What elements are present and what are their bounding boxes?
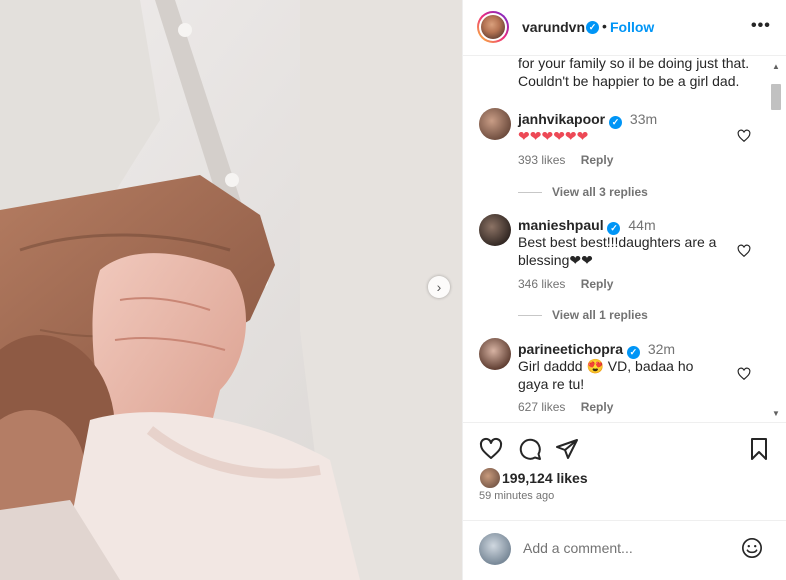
follow-button[interactable]: Follow [610,19,654,35]
photo-image [0,0,462,580]
more-options-icon[interactable]: ••• [751,17,771,35]
bookmark-icon[interactable] [747,437,771,461]
comment-icon[interactable] [518,437,542,461]
comment-time[interactable]: 32m [648,341,675,357]
commenter-avatar[interactable] [479,214,511,246]
carousel-next-button[interactable]: › [428,276,450,298]
scroll-down-arrow-icon[interactable]: ▼ [772,409,780,418]
comments-scrollbar[interactable]: ▲ ▼ [769,62,782,418]
add-comment-bar [463,520,786,580]
caption-text: for your family so il be doing just that… [518,56,750,89]
scroll-up-arrow-icon[interactable]: ▲ [772,62,780,71]
reply-button[interactable]: Reply [581,153,614,167]
comment-likes[interactable]: 627 likes [518,400,565,414]
commenter-avatar[interactable] [479,108,511,140]
liker-avatar[interactable] [479,467,501,489]
post-header: varundvn ✓ • Follow ••• [463,0,786,56]
post-side-panel: varundvn ✓ • Follow ••• for your family … [462,0,786,580]
commenter-username[interactable]: janhvikapoor [518,111,605,127]
separator-dot: • [602,18,607,34]
like-comment-heart-icon[interactable] [737,129,751,143]
likes-row: 199,124 likes [463,466,786,490]
share-icon[interactable] [555,437,579,461]
replies-divider [518,192,542,194]
reply-button[interactable]: Reply [581,277,614,291]
comment-text: ❤❤❤❤❤❤ [518,128,589,144]
author-avatar[interactable] [477,11,509,43]
likes-count[interactable]: 199,124 likes [502,470,588,486]
post-photo[interactable]: › [0,0,462,580]
emoji-icon[interactable] [741,537,763,559]
comment-text: Best best best!!!daughters are a blessin… [518,234,717,268]
like-heart-icon[interactable] [479,437,503,461]
replies-divider [518,315,542,317]
author-username[interactable]: varundvn [522,19,585,35]
comment-likes[interactable]: 393 likes [518,153,565,167]
comment-likes[interactable]: 346 likes [518,277,565,291]
verified-badge-icon: ✓ [586,21,599,34]
commenter-avatar[interactable] [479,338,511,370]
add-comment-input[interactable] [521,539,725,557]
comments-list[interactable]: for your family so il be doing just that… [463,56,786,422]
view-replies-label: View all 3 replies [552,185,648,199]
viewer-avatar [479,533,511,565]
view-replies-label: View all 1 replies [552,308,648,322]
view-replies-link[interactable]: View all 3 replies [518,185,648,199]
comment-time[interactable]: 33m [630,111,657,127]
like-comment-heart-icon[interactable] [737,244,751,258]
comment-text: Girl daddd 😍 VD, badaa ho gaya re tu! [518,358,694,392]
comment-time[interactable]: 44m [628,217,655,233]
commenter-username[interactable]: parineetichopra [518,341,623,357]
reply-button[interactable]: Reply [581,400,614,414]
like-comment-heart-icon[interactable] [737,367,751,381]
post-actions-bar [463,422,786,472]
view-replies-link[interactable]: View all 1 replies [518,308,648,322]
scroll-thumb[interactable] [771,84,781,110]
post-timestamp[interactable]: 59 minutes ago [479,490,554,502]
commenter-username[interactable]: manieshpaul [518,217,604,233]
